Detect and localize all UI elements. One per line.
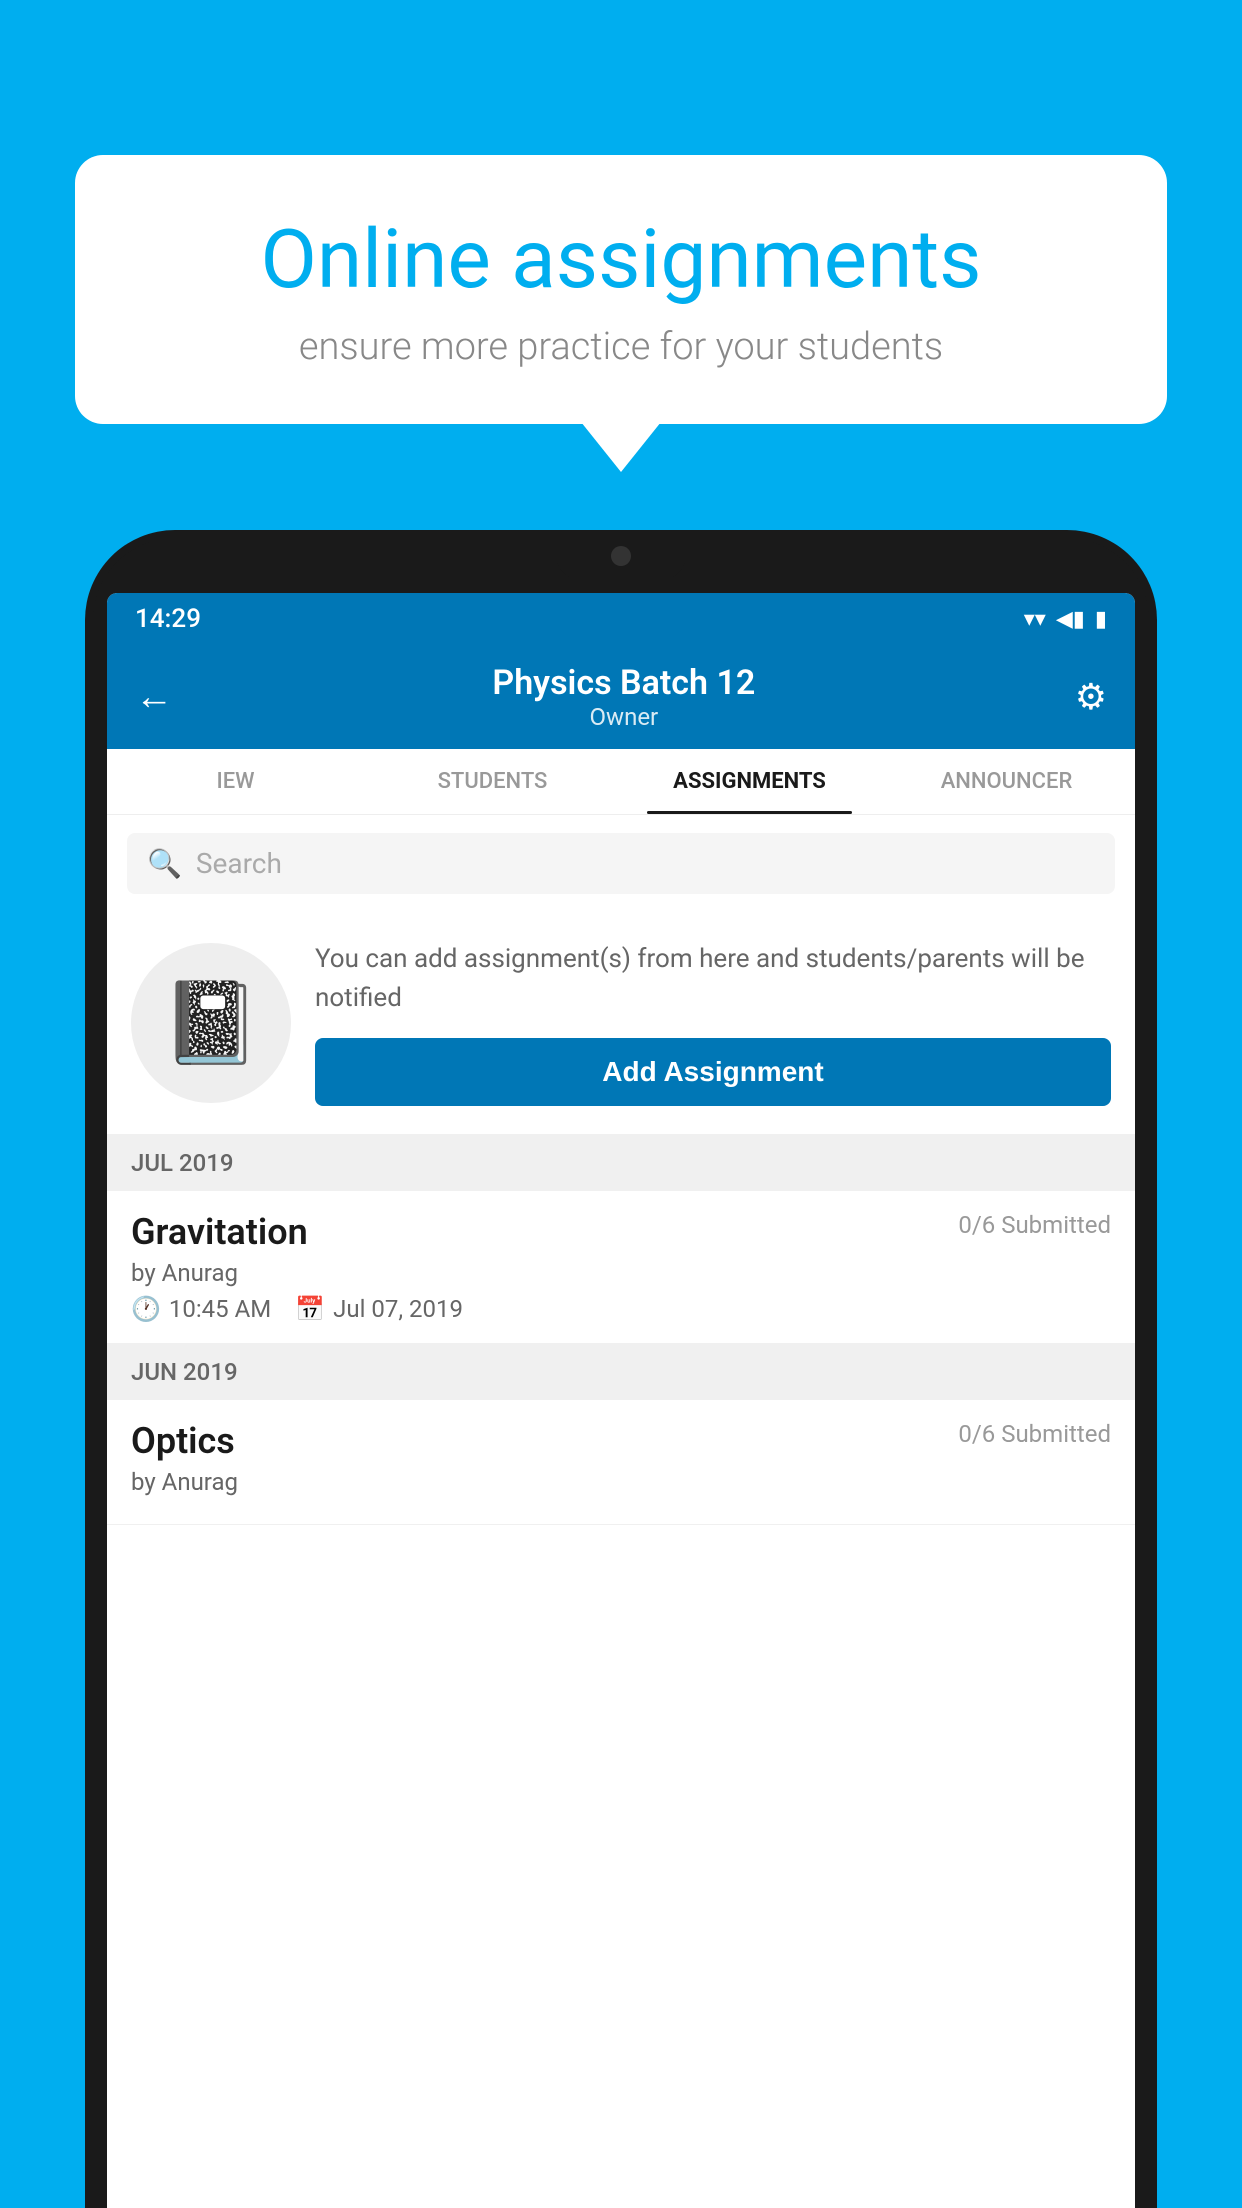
calendar-icon: 📅 xyxy=(295,1295,325,1323)
assignment-name: Gravitation xyxy=(131,1211,308,1253)
assignment-by-optics: by Anurag xyxy=(131,1468,1111,1496)
notebook-icon: 📓 xyxy=(161,976,261,1070)
search-bar-wrapper: 🔍 Search xyxy=(107,815,1135,912)
phone-inner: 14:29 ▾▾ ◀▮ ▮ ← Physics Batch 12 Owner ⚙ xyxy=(93,538,1149,2208)
section-jun-2019: JUN 2019 xyxy=(107,1344,1135,1400)
settings-button[interactable]: ⚙ xyxy=(1075,676,1107,718)
section-jul-2019: JUL 2019 xyxy=(107,1135,1135,1191)
speech-bubble: Online assignments ensure more practice … xyxy=(75,155,1167,424)
bubble-subtitle: ensure more practice for your students xyxy=(145,325,1097,369)
promo-block: 📓 You can add assignment(s) from here an… xyxy=(107,912,1135,1135)
tab-iew[interactable]: IEW xyxy=(107,749,364,814)
background: Online assignments ensure more practice … xyxy=(0,0,1242,2208)
search-bar[interactable]: 🔍 Search xyxy=(127,833,1115,894)
status-time: 14:29 xyxy=(135,604,201,634)
tab-announcements[interactable]: ANNOUNCER xyxy=(878,749,1135,814)
assignment-item-gravitation[interactable]: Gravitation 0/6 Submitted by Anurag 🕐 10… xyxy=(107,1191,1135,1344)
app-header: ← Physics Batch 12 Owner ⚙ xyxy=(107,645,1135,749)
assignment-submitted-optics: 0/6 Submitted xyxy=(958,1420,1111,1448)
header-title: Physics Batch 12 xyxy=(492,663,755,703)
add-assignment-button[interactable]: Add Assignment xyxy=(315,1038,1111,1106)
assignment-row-optics: Optics 0/6 Submitted xyxy=(131,1420,1111,1462)
assignment-meta: 🕐 10:45 AM 📅 Jul 07, 2019 xyxy=(131,1295,1111,1323)
clock-icon: 🕐 xyxy=(131,1295,161,1323)
battery-icon: ▮ xyxy=(1095,607,1107,632)
header-center: Physics Batch 12 Owner xyxy=(492,663,755,731)
assignment-date: 📅 Jul 07, 2019 xyxy=(295,1295,463,1323)
assignment-by: by Anurag xyxy=(131,1259,1111,1287)
back-button[interactable]: ← xyxy=(135,675,173,719)
tab-students[interactable]: STUDENTS xyxy=(364,749,621,814)
status-bar: 14:29 ▾▾ ◀▮ ▮ xyxy=(107,593,1135,645)
search-icon: 🔍 xyxy=(147,847,182,880)
tab-assignments[interactable]: ASSIGNMENTS xyxy=(621,749,878,814)
assignment-row: Gravitation 0/6 Submitted xyxy=(131,1211,1111,1253)
assignment-name-optics: Optics xyxy=(131,1420,235,1462)
search-placeholder: Search xyxy=(196,847,282,880)
content-area: 🔍 Search 📓 You can add assignment(s) fro… xyxy=(107,815,1135,2208)
bubble-title: Online assignments xyxy=(145,215,1097,305)
notch xyxy=(556,538,686,580)
wifi-icon: ▾▾ xyxy=(1024,607,1046,632)
promo-text: You can add assignment(s) from here and … xyxy=(315,940,1111,1018)
status-icons: ▾▾ ◀▮ ▮ xyxy=(1024,607,1107,632)
promo-icon-circle: 📓 xyxy=(131,943,291,1103)
assignment-time: 🕐 10:45 AM xyxy=(131,1295,271,1323)
phone-screen: 14:29 ▾▾ ◀▮ ▮ ← Physics Batch 12 Owner ⚙ xyxy=(107,593,1135,2208)
promo-right: You can add assignment(s) from here and … xyxy=(315,940,1111,1106)
speech-bubble-wrapper: Online assignments ensure more practice … xyxy=(75,155,1167,424)
assignment-item-optics[interactable]: Optics 0/6 Submitted by Anurag xyxy=(107,1400,1135,1525)
header-subtitle: Owner xyxy=(492,703,755,731)
signal-icon: ◀▮ xyxy=(1056,607,1085,632)
camera xyxy=(611,546,631,566)
assignment-submitted: 0/6 Submitted xyxy=(958,1211,1111,1239)
phone-frame: 14:29 ▾▾ ◀▮ ▮ ← Physics Batch 12 Owner ⚙ xyxy=(85,530,1157,2208)
tabs-bar: IEW STUDENTS ASSIGNMENTS ANNOUNCER xyxy=(107,749,1135,815)
